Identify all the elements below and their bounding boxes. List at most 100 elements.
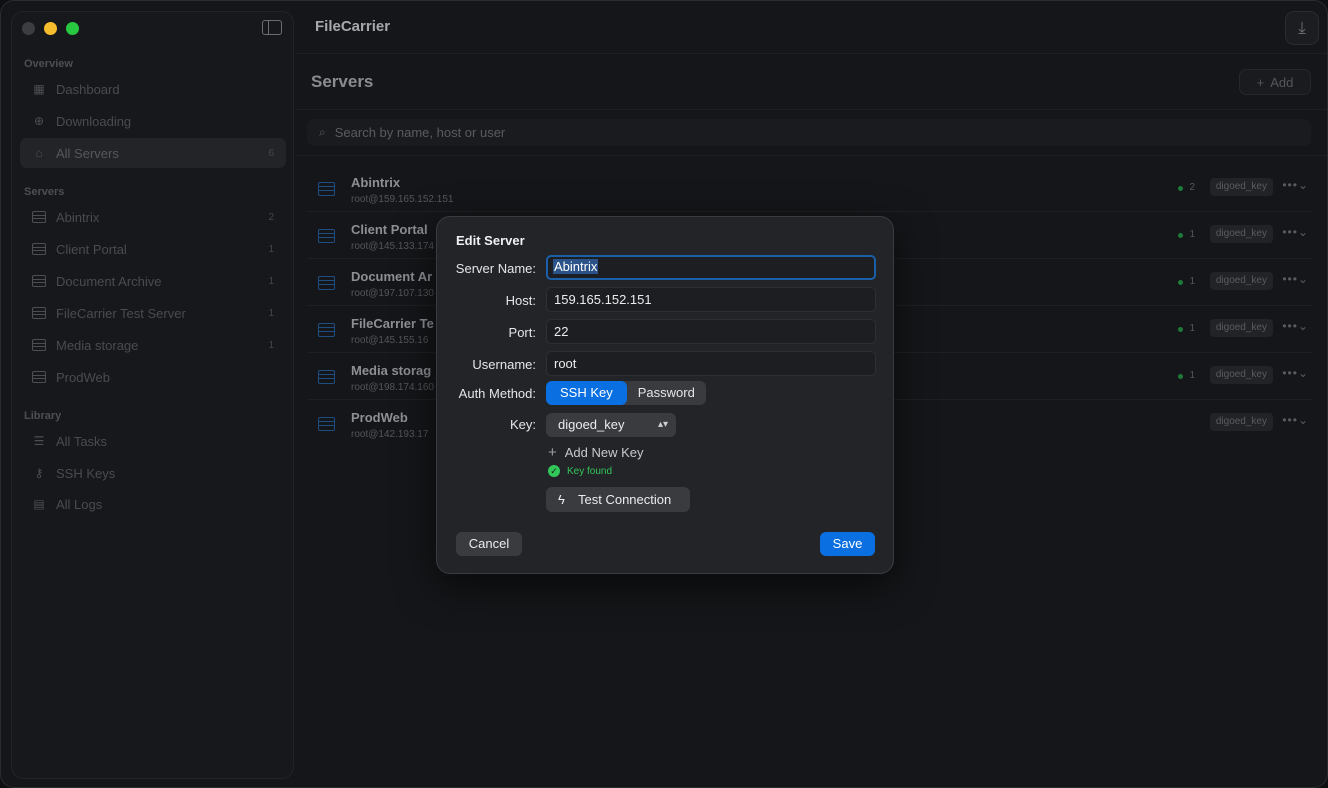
server-name: Abintrix (351, 175, 401, 190)
close-window-button[interactable] (22, 22, 35, 35)
key-badge: digoed_key (1209, 272, 1273, 290)
sidebar-item-all-logs[interactable]: ▤ All Logs (20, 489, 286, 519)
sidebar-item-all-tasks[interactable]: ☰ All Tasks (20, 426, 286, 456)
add-label: Add (1270, 74, 1294, 90)
test-connection-button[interactable]: ϟ Test Connection (546, 487, 690, 512)
plus-icon: + (548, 444, 557, 461)
task-count: 1 (1189, 370, 1195, 381)
sidebar-item-all-servers[interactable]: ⌂ All Servers 6 (20, 138, 286, 168)
maximize-window-button[interactable] (66, 22, 79, 35)
port-field[interactable]: 22 (546, 319, 876, 344)
server-name: FileCarrier Te (351, 316, 434, 331)
sidebar-item-count: 1 (268, 307, 274, 319)
server-icon (318, 276, 335, 290)
sidebar-item-label: SSH Keys (56, 465, 116, 481)
task-count: 1 (1189, 229, 1195, 240)
task-count: 1 (1189, 323, 1195, 334)
auth-method-label: Auth Method: (458, 386, 536, 401)
port-label: Port: (508, 325, 536, 340)
server-icon (318, 182, 335, 196)
save-button[interactable]: Save (820, 532, 875, 556)
server-stack-icon: ⌂ (35, 146, 43, 160)
more-menu-button[interactable]: •••⌄ (1282, 319, 1309, 333)
divider (295, 53, 1327, 54)
sidebar-item-label: Document Archive (56, 273, 162, 289)
server-icon (318, 417, 335, 431)
sidebar-item-label: Client Portal (56, 241, 127, 257)
downloads-button[interactable]: ⤓ (1285, 11, 1319, 45)
ellipsis-icon: ••• (1282, 178, 1298, 192)
sidebar-item-label: FileCarrier Test Server (56, 305, 186, 321)
sidebar-toggle-icon[interactable] (262, 20, 282, 35)
username-field[interactable]: root (546, 351, 876, 376)
sidebar-item-label: Abintrix (56, 209, 100, 225)
ellipsis-icon: ••• (1282, 272, 1298, 286)
search-input[interactable]: ⌕ Search by name, host or user (307, 119, 1311, 146)
cancel-button[interactable]: Cancel (456, 532, 522, 556)
key-status-text: Key found (567, 465, 613, 477)
server-icon (318, 229, 335, 243)
server-address: root@145.155.16 (351, 335, 429, 346)
key-badge: digoed_key (1209, 413, 1273, 431)
more-menu-button[interactable]: •••⌄ (1282, 225, 1309, 239)
search-placeholder: Search by name, host or user (334, 125, 506, 140)
server-icon (318, 370, 335, 384)
server-name: ProdWeb (351, 410, 408, 425)
key-label: Key: (509, 417, 536, 432)
key-select[interactable]: digoed_key ▴▾ (546, 413, 676, 437)
download-circle-icon: ⊕ (33, 114, 45, 128)
username-label: Username: (472, 357, 536, 372)
key-icon: ⚷ (34, 466, 44, 480)
sidebar-item-server[interactable]: Abintrix 2 (20, 202, 286, 232)
status-dot (1178, 374, 1183, 379)
server-icon (32, 307, 46, 319)
sidebar-item-server[interactable]: Media storage 1 (20, 330, 286, 360)
server-icon (32, 211, 46, 223)
server-icon (318, 323, 335, 337)
key-badge: digoed_key (1209, 319, 1273, 337)
server-icon (32, 275, 46, 287)
divider (295, 155, 1327, 156)
sidebar-item-ssh-keys[interactable]: ⚷ SSH Keys (20, 458, 286, 488)
add-new-key-button[interactable]: + Add New Key (548, 444, 644, 461)
more-menu-button[interactable]: •••⌄ (1282, 366, 1309, 380)
more-menu-button[interactable]: •••⌄ (1282, 413, 1309, 427)
status-dot (1178, 280, 1183, 285)
more-menu-button[interactable]: •••⌄ (1282, 272, 1309, 286)
server-address: root@198.174.160 (351, 382, 434, 393)
sidebar-item-dashboard[interactable]: ▦ Dashboard (20, 74, 286, 104)
sidebar-item-server[interactable]: FileCarrier Test Server 1 (20, 298, 286, 328)
sidebar-item-label: Downloading (56, 113, 132, 129)
sidebar-item-server[interactable]: ProdWeb (20, 362, 286, 392)
server-address: root@197.107.130 (351, 288, 434, 299)
server-name-label: Server Name: (455, 261, 536, 276)
sidebar-item-label: Dashboard (56, 81, 120, 97)
server-address: root@145.133.174 (351, 241, 434, 252)
add-new-key-label: Add New Key (564, 445, 644, 460)
section-title-servers: Servers (24, 186, 65, 198)
add-server-button[interactable]: + Add (1239, 69, 1311, 95)
task-count: 2 (1189, 182, 1195, 193)
test-connection-label: Test Connection (578, 492, 672, 507)
sidebar-item-server[interactable]: Client Portal 1 (20, 234, 286, 264)
auth-option-ssh-key[interactable]: SSH Key (546, 381, 627, 405)
ellipsis-icon: ••• (1282, 366, 1298, 380)
window-controls (22, 22, 79, 35)
ellipsis-icon: ••• (1282, 225, 1298, 239)
more-menu-button[interactable]: •••⌄ (1282, 178, 1309, 192)
server-row[interactable]: Abintrix root@159.165.152.151 2 digoed_k… (307, 165, 1313, 212)
sidebar-item-label: All Servers (56, 145, 119, 161)
divider (295, 109, 1327, 110)
list-icon: ☰ (33, 434, 45, 448)
sidebar-item-count: 6 (268, 147, 274, 159)
auth-option-password[interactable]: Password (627, 381, 706, 405)
sidebar-item-downloading[interactable]: ⊕ Downloading (20, 106, 286, 136)
sidebar: Overview ▦ Dashboard ⊕ Downloading ⌂ All… (11, 11, 294, 779)
server-address: root@159.165.152.151 (351, 194, 454, 205)
server-name-field[interactable]: Abintrix (546, 255, 876, 280)
host-field[interactable]: 159.165.152.151 (546, 287, 876, 312)
sidebar-item-server[interactable]: Document Archive 1 (20, 266, 286, 296)
page-title: Servers (311, 72, 374, 91)
sidebar-item-label: All Tasks (56, 433, 108, 449)
minimize-window-button[interactable] (44, 22, 57, 35)
